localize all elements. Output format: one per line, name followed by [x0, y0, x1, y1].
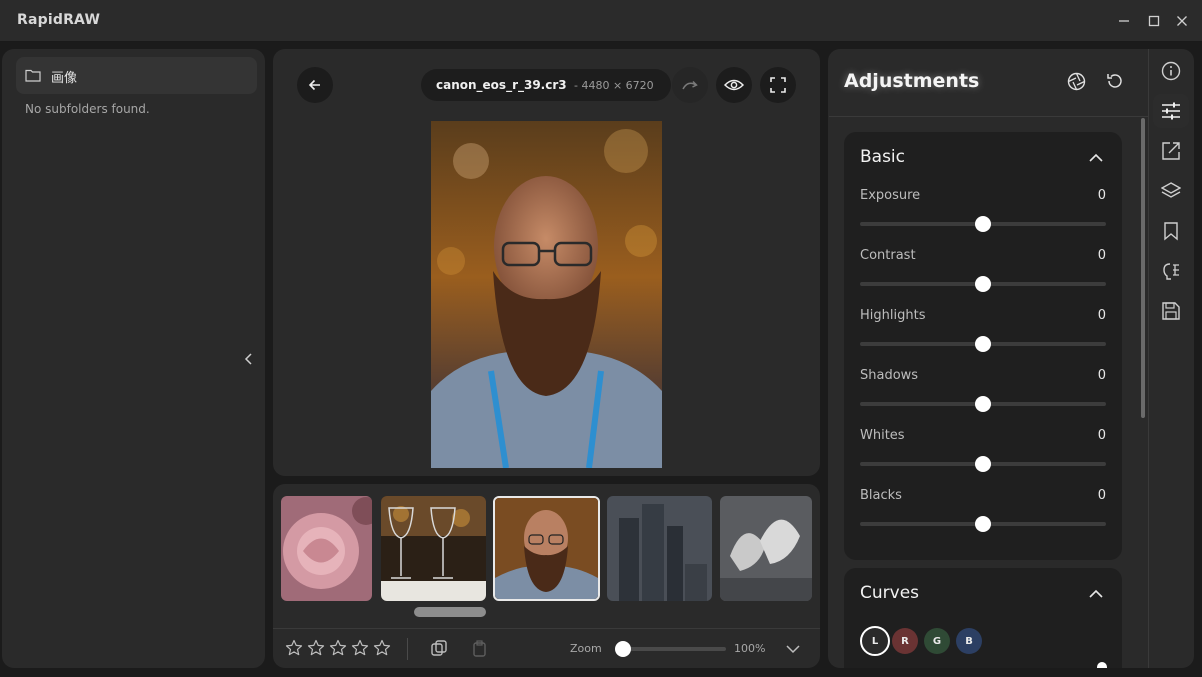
- file-dimensions: - 4480 × 6720: [574, 79, 654, 92]
- fullscreen-button[interactable]: [760, 67, 796, 103]
- aperture-icon[interactable]: [1067, 72, 1086, 91]
- slider-thumb[interactable]: [975, 456, 991, 472]
- fullscreen-icon: [770, 77, 786, 93]
- slider-label: Whites: [860, 428, 905, 443]
- copy-icon[interactable]: [431, 640, 449, 658]
- reset-icon[interactable]: [1106, 72, 1124, 90]
- folder-label: 画像: [51, 71, 78, 86]
- presets-tool-button[interactable]: [1153, 214, 1189, 248]
- slider-label: Shadows: [860, 368, 919, 383]
- paste-icon[interactable]: [472, 640, 490, 658]
- redo-button[interactable]: [672, 67, 708, 103]
- masks-tool-button[interactable]: [1153, 254, 1189, 288]
- slider-label: Exposure: [860, 188, 921, 203]
- export-icon: [1162, 142, 1180, 160]
- zoom-label: Zoom: [570, 642, 602, 655]
- empty-folders-message: No subfolders found.: [25, 102, 150, 116]
- chevron-down-icon[interactable]: [786, 644, 800, 654]
- curves-section-title: Curves: [860, 583, 920, 603]
- minimize-icon: [1119, 20, 1129, 22]
- thumbnail-image: [607, 496, 712, 601]
- thumbnail-image: [381, 496, 486, 601]
- file-name: canon_eos_r_39.cr3: [436, 78, 567, 92]
- save-icon: [1162, 302, 1180, 320]
- export-tool-button[interactable]: [1153, 134, 1189, 168]
- panel-divider: [1148, 49, 1149, 668]
- star-icon[interactable]: [351, 639, 369, 657]
- chevron-up-icon[interactable]: [1089, 589, 1103, 599]
- back-button[interactable]: [297, 67, 333, 103]
- slider-label: Contrast: [860, 248, 916, 263]
- adjustments-divider: [829, 116, 1148, 117]
- slider-label: Blacks: [860, 488, 902, 503]
- arrow-left-icon: [308, 79, 320, 91]
- thumbnail[interactable]: [607, 496, 712, 601]
- slider-thumb[interactable]: [975, 516, 991, 532]
- adjustments-title: Adjustments: [844, 70, 980, 92]
- basic-section-title: Basic: [860, 147, 906, 167]
- thumbnail[interactable]: [281, 496, 372, 601]
- info-icon: [1161, 61, 1181, 81]
- close-icon: [1177, 16, 1187, 26]
- minimize-button[interactable]: [1113, 10, 1135, 32]
- zoom-slider-thumb[interactable]: [615, 641, 631, 657]
- collapse-sidebar-chevron-icon[interactable]: [243, 352, 255, 366]
- slider-value[interactable]: 0: [1060, 488, 1106, 503]
- channel-green-button[interactable]: G: [924, 628, 950, 654]
- thumbnail-selected[interactable]: [493, 496, 600, 601]
- slider-thumb[interactable]: [975, 216, 991, 232]
- title-bar: RapidRAW: [0, 0, 1202, 42]
- maximize-button[interactable]: [1143, 10, 1165, 32]
- close-button[interactable]: [1171, 10, 1193, 32]
- thumbnail-image: [495, 498, 598, 599]
- file-info-pill: canon_eos_r_39.cr3 - 4480 × 6720: [421, 69, 671, 101]
- preview-toggle-button[interactable]: [716, 67, 752, 103]
- layers-icon: [1161, 182, 1181, 198]
- redo-icon: [682, 80, 698, 90]
- star-icon[interactable]: [373, 639, 391, 657]
- maximize-icon: [1148, 15, 1160, 27]
- slider-value[interactable]: 0: [1060, 428, 1106, 443]
- main-photo[interactable]: [431, 121, 662, 468]
- chevron-up-icon[interactable]: [1089, 153, 1103, 163]
- thumbnail-image: [281, 496, 372, 601]
- curve-point[interactable]: [1097, 662, 1107, 668]
- filmstrip-divider: [273, 628, 820, 629]
- channel-red-button[interactable]: R: [892, 628, 918, 654]
- thumbnail[interactable]: [720, 496, 812, 601]
- channel-blue-button[interactable]: B: [956, 628, 982, 654]
- slider-value[interactable]: 0: [1060, 188, 1106, 203]
- zoom-slider-track[interactable]: [621, 647, 726, 651]
- app-title: RapidRAW: [17, 12, 101, 28]
- folder-panel: [2, 49, 265, 668]
- star-icon[interactable]: [285, 639, 303, 657]
- slider-label: Highlights: [860, 308, 926, 323]
- ai-mask-icon: [1163, 263, 1179, 280]
- adjustments-tool-button[interactable]: [1153, 94, 1189, 128]
- sliders-icon: [1162, 102, 1180, 120]
- save-tool-button[interactable]: [1153, 294, 1189, 328]
- slider-thumb[interactable]: [975, 396, 991, 412]
- thumbnail[interactable]: [381, 496, 486, 601]
- folder-icon: [25, 69, 41, 82]
- star-icon[interactable]: [329, 639, 347, 657]
- slider-thumb[interactable]: [975, 336, 991, 352]
- toolbar-separator: [407, 638, 408, 660]
- channel-luma-button[interactable]: L: [860, 626, 890, 656]
- slider-value[interactable]: 0: [1060, 248, 1106, 263]
- thumbnail-image: [720, 496, 812, 601]
- bookmark-icon: [1164, 222, 1178, 241]
- star-icon[interactable]: [307, 639, 325, 657]
- layers-tool-button[interactable]: [1153, 174, 1189, 208]
- filmstrip-scrollbar[interactable]: [414, 607, 486, 617]
- zoom-value: 100%: [734, 642, 766, 655]
- info-tool-button[interactable]: [1153, 54, 1189, 88]
- folder-item[interactable]: 画像: [16, 57, 257, 94]
- adjustments-scrollbar[interactable]: [1141, 118, 1145, 418]
- slider-thumb[interactable]: [975, 276, 991, 292]
- slider-value[interactable]: 0: [1060, 308, 1106, 323]
- slider-value[interactable]: 0: [1060, 368, 1106, 383]
- eye-icon: [724, 79, 744, 91]
